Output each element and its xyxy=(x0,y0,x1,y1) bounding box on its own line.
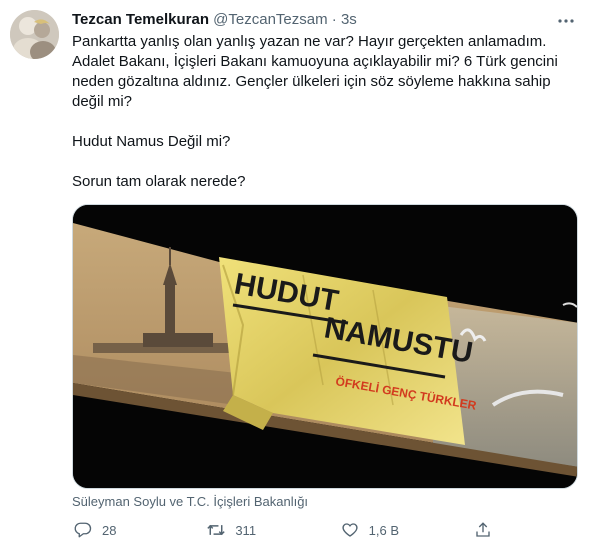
separator-dot: · xyxy=(331,11,337,28)
tweet-paragraph: Pankartta yanlış olan yanlış yazan ne va… xyxy=(72,33,558,110)
tweet-header: Tezcan Temelkuran @TezcanTezsam · 3s xyxy=(72,10,551,30)
avatar-image xyxy=(10,10,59,59)
author-name[interactable]: Tezcan Temelkuran xyxy=(72,11,209,28)
tweet-paragraph: Hudut Namus Değil mi? xyxy=(72,133,231,150)
reply-count: 28 xyxy=(102,522,117,538)
like-count: 1,6 B xyxy=(368,522,400,538)
tweet[interactable]: Tezcan Temelkuran @TezcanTezsam · 3s Pan… xyxy=(0,0,591,546)
reply-icon xyxy=(74,522,92,538)
reply-button[interactable]: 28 xyxy=(66,516,176,544)
retweet-icon xyxy=(207,524,226,536)
share-button[interactable] xyxy=(466,516,506,544)
retweet-count: 311 xyxy=(235,522,257,538)
avatar[interactable] xyxy=(10,10,59,59)
tweet-text: Pankartta yanlış olan yanlış yazan ne va… xyxy=(72,32,572,192)
photo-tags[interactable]: Süleyman Soylu ve T.C. İçişleri Bakanlığ… xyxy=(72,494,308,510)
retweet-button[interactable]: 311 xyxy=(199,516,309,544)
tweet-paragraph: Sorun tam olarak nerede? xyxy=(72,173,246,190)
tweet-actions: 28 311 1,6 B xyxy=(66,516,506,544)
more-horizontal-icon xyxy=(558,19,574,23)
author-handle[interactable]: @TezcanTezsam xyxy=(213,11,327,28)
share-icon xyxy=(476,522,490,537)
like-button[interactable]: 1,6 B xyxy=(333,516,443,544)
heart-icon xyxy=(342,523,358,537)
tweet-photo[interactable]: HUDUT NAMUSTU ÖFKELİ GENÇ TÜRKLER xyxy=(72,204,578,489)
tweet-timestamp[interactable]: 3s xyxy=(341,11,357,28)
photo-banner-on-wall: HUDUT NAMUSTU ÖFKELİ GENÇ TÜRKLER xyxy=(73,205,577,488)
